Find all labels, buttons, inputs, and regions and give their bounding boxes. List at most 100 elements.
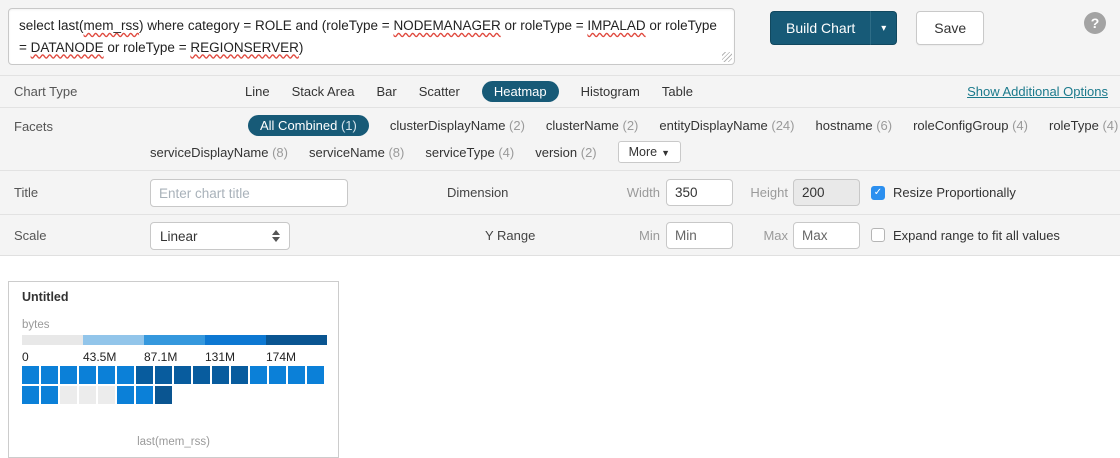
- heatmap-legend-gradient: [22, 335, 327, 345]
- query-bar: select last(mem_rss) where category = RO…: [0, 0, 1120, 75]
- width-input[interactable]: [666, 179, 733, 206]
- query-text: ): [299, 40, 304, 55]
- y-range-label: Y Range: [485, 228, 535, 243]
- query-text: ) where category = ROLE and (roleType =: [139, 18, 393, 33]
- heatmap-cell: [250, 366, 267, 384]
- heatmap-cell: [22, 386, 39, 404]
- heatmap-cell: [269, 366, 286, 384]
- heatmap-cell: [98, 386, 115, 404]
- facet-line-1: All Combined (1) clusterDisplayName (2) cl…: [248, 115, 1118, 136]
- facet-roleconfiggroup[interactable]: roleConfigGroup (4): [913, 118, 1028, 133]
- heatmap-cell: [60, 366, 77, 384]
- width-label: Width: [596, 185, 660, 200]
- facet-servicename[interactable]: serviceName (8): [309, 145, 404, 160]
- heatmap-row: [22, 386, 324, 404]
- facets-label: Facets: [14, 119, 150, 134]
- chart-type-option-bar[interactable]: Bar: [376, 84, 396, 99]
- legend-tick-label: 43.5M: [83, 350, 116, 364]
- facets-row: Facets All Combined (1) clusterDisplayNam…: [0, 107, 1120, 170]
- expand-range-cluster: Expand range to fit all values: [871, 228, 1060, 243]
- show-additional-options-link[interactable]: Show Additional Options: [967, 84, 1108, 99]
- build-chart-button[interactable]: Build Chart: [770, 11, 870, 45]
- resize-proportionally-cluster: ✓ Resize Proportionally: [871, 185, 1016, 200]
- query-text: select last(: [19, 18, 84, 33]
- title-row: Title Dimension Width Height ✓ Resize Pr…: [0, 170, 1120, 214]
- facet-all-combined[interactable]: All Combined (1): [248, 115, 369, 136]
- facet-servicedisplayname[interactable]: serviceDisplayName (8): [150, 145, 288, 160]
- help-icon[interactable]: ?: [1084, 12, 1106, 34]
- chart-preview-card: Untitled bytes 043.5M87.1M131M174M last(…: [8, 281, 339, 458]
- query-misspelled-term: IMPALAD: [587, 18, 645, 33]
- legend-segment: [266, 335, 327, 345]
- query-misspelled-term: REGIONSERVER: [190, 40, 299, 55]
- save-button[interactable]: Save: [916, 11, 984, 45]
- max-input[interactable]: [793, 222, 860, 249]
- resize-proportionally-checkbox[interactable]: ✓: [871, 186, 885, 200]
- chart-title-input[interactable]: [150, 179, 348, 207]
- heatmap-cell: [174, 366, 191, 384]
- chart-type-option-histogram[interactable]: Histogram: [581, 84, 640, 99]
- facet-hostname[interactable]: hostname (6): [816, 118, 893, 133]
- dimension-label: Dimension: [447, 185, 508, 200]
- legend-segment: [144, 335, 205, 345]
- build-chart-dropdown-button[interactable]: ▾: [870, 11, 897, 45]
- max-label: Max: [740, 228, 788, 243]
- facet-line-2: serviceDisplayName (8) serviceName (8) ser…: [150, 141, 1118, 163]
- chart-type-option-table[interactable]: Table: [662, 84, 693, 99]
- textarea-resize-grip-icon[interactable]: [722, 52, 732, 62]
- legend-tick-label: 0: [22, 350, 29, 364]
- query-text: or roleType =: [501, 18, 588, 33]
- facet-clustername[interactable]: clusterName (2): [546, 118, 638, 133]
- chart-type-option-line[interactable]: Line: [245, 84, 270, 99]
- heatmap-cell: [231, 366, 248, 384]
- heatmap-cell: [60, 386, 77, 404]
- facet-entitydisplayname[interactable]: entityDisplayName (24): [659, 118, 794, 133]
- expand-range-label: Expand range to fit all values: [893, 228, 1060, 243]
- chart-type-label: Chart Type: [14, 84, 150, 99]
- chart-type-option-scatter[interactable]: Scatter: [419, 84, 460, 99]
- heatmap-cell: [136, 386, 153, 404]
- heatmap-cell: [98, 366, 115, 384]
- scale-select-value: Linear: [160, 229, 272, 244]
- height-input: [793, 179, 860, 206]
- legend-tick-label: 131M: [205, 350, 235, 364]
- heatmap-cell: [22, 366, 39, 384]
- facet-servicetype[interactable]: serviceType (4): [425, 145, 514, 160]
- query-misspelled-term: NODEMANAGER: [393, 18, 500, 33]
- heatmap-cell: [155, 366, 172, 384]
- heatmap-cell: [307, 366, 324, 384]
- heatmap-cell: [79, 366, 96, 384]
- facets-more-button[interactable]: More▼: [618, 141, 681, 163]
- heatmap-row: [22, 366, 324, 384]
- heatmap-x-axis-label: last(mem_rss): [9, 436, 338, 448]
- height-label: Height: [740, 185, 788, 200]
- heatmap-cell: [136, 366, 153, 384]
- build-chart-button-group: Build Chart ▾: [770, 11, 897, 45]
- expand-range-checkbox[interactable]: [871, 228, 885, 242]
- chart-type-options: Line Stack Area Bar Scatter Heatmap Histogram…: [245, 81, 693, 102]
- query-input[interactable]: select last(mem_rss) where category = RO…: [8, 8, 735, 65]
- query-misspelled-term: mem_rss: [84, 18, 140, 33]
- query-text: or roleType =: [104, 40, 191, 55]
- min-input[interactable]: [666, 222, 733, 249]
- chart-preview-title: Untitled: [22, 290, 69, 304]
- chart-type-option-heatmap[interactable]: Heatmap: [482, 81, 559, 102]
- heatmap-legend-ticks: 043.5M87.1M131M174M: [22, 350, 327, 364]
- heatmap-cell: [288, 366, 305, 384]
- resize-proportionally-label: Resize Proportionally: [893, 185, 1016, 200]
- chart-type-row: Chart Type Line Stack Area Bar Scatter Heatm…: [0, 75, 1120, 107]
- heatmap-cell: [117, 386, 134, 404]
- query-misspelled-term: DATANODE: [31, 40, 104, 55]
- heatmap-cell: [79, 386, 96, 404]
- legend-segment: [83, 335, 144, 345]
- select-stepper-icon: [272, 230, 280, 242]
- facet-roletype[interactable]: roleType (4): [1049, 118, 1118, 133]
- chart-type-option-stack-area[interactable]: Stack Area: [292, 84, 355, 99]
- facet-version[interactable]: version (2): [535, 145, 596, 160]
- heatmap-cell: [212, 366, 229, 384]
- scale-select[interactable]: Linear: [150, 222, 290, 250]
- min-label: Min: [606, 228, 660, 243]
- title-label: Title: [14, 185, 150, 200]
- facet-clusterdisplayname[interactable]: clusterDisplayName (2): [390, 118, 525, 133]
- heatmap-cell: [193, 366, 210, 384]
